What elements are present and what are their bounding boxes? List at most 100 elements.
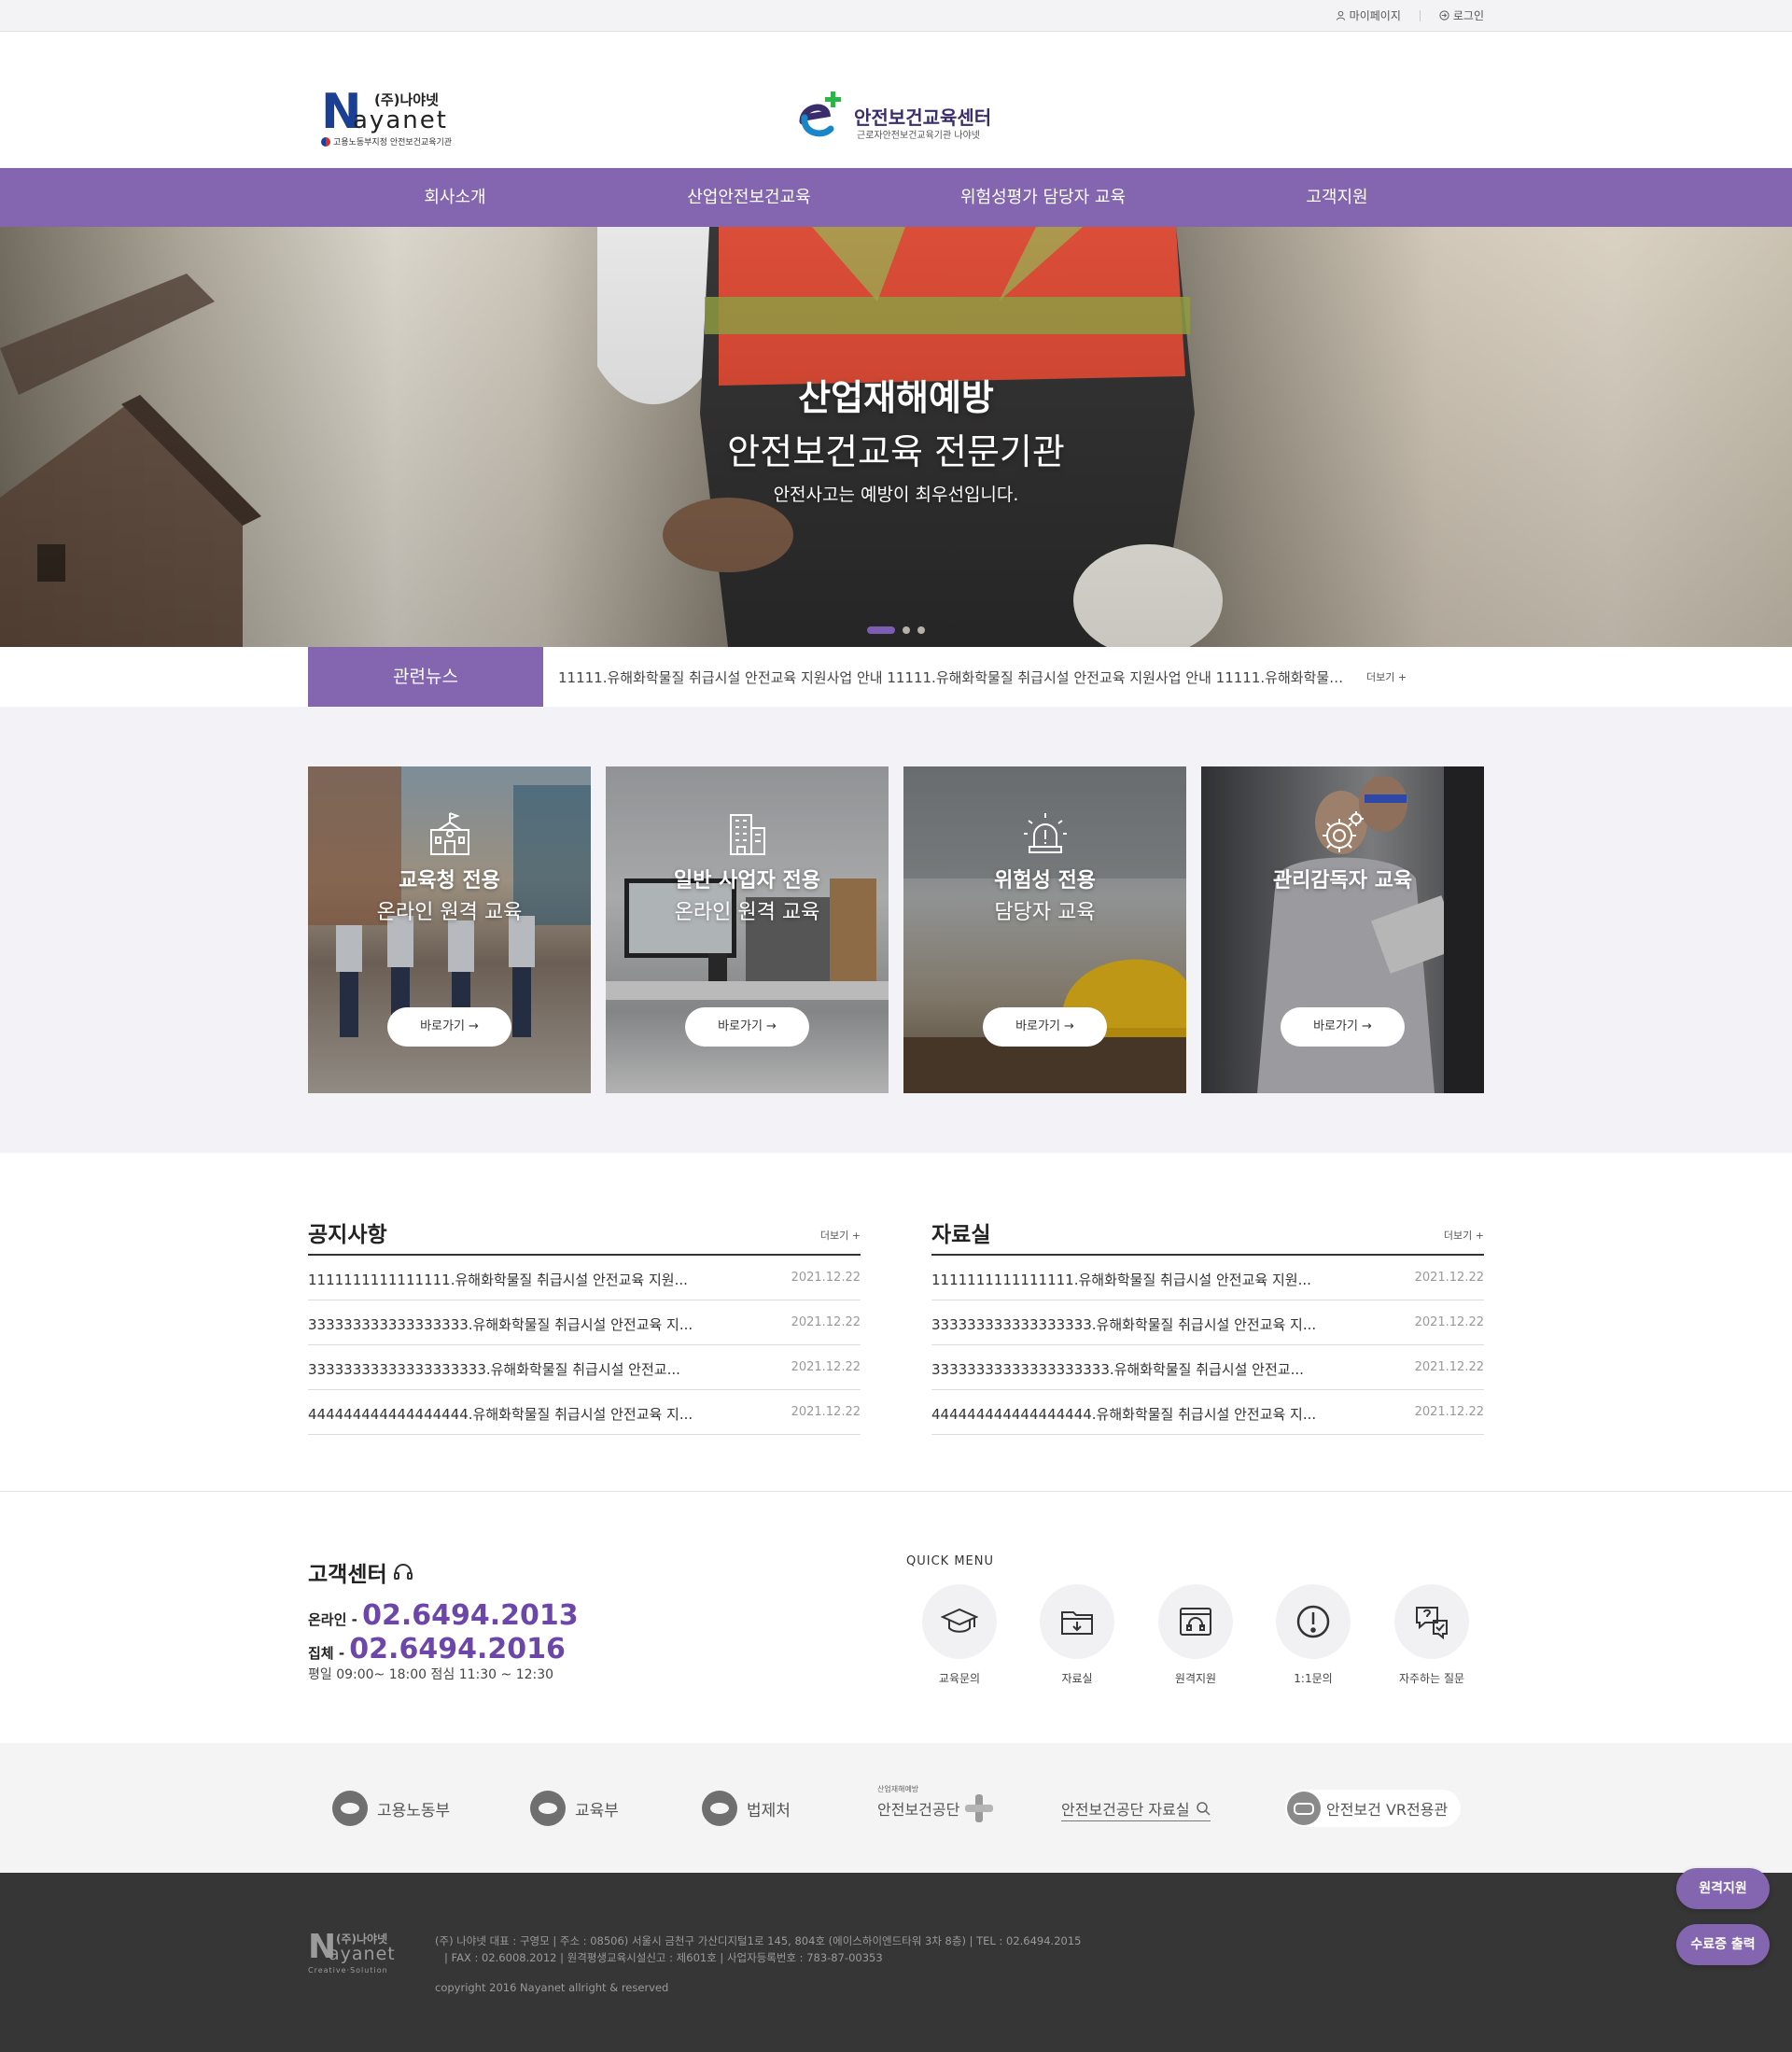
quick-menu-archive[interactable]: 자료실	[1026, 1584, 1128, 1686]
group-phone-label: 집체 -	[308, 1645, 345, 1662]
slide-dot-1[interactable]	[867, 626, 895, 634]
quick-menu-circle	[1158, 1584, 1233, 1659]
list-item-date: 2021.12.22	[791, 1271, 861, 1285]
news-ticker[interactable]: 11111.유해화학물질 취급시설 안전교육 지원사업 안내 11111.유해화…	[558, 668, 1347, 687]
group-phone-number[interactable]: 02.6494.2016	[349, 1633, 566, 1665]
list-item-date: 2021.12.22	[1414, 1360, 1484, 1374]
list-item[interactable]: 444444444444444444.유해화학물질 취급시설 안전교육 지...…	[931, 1390, 1484, 1435]
card-go-button[interactable]: 바로가기 →	[685, 1007, 809, 1047]
card-subtitle: 온라인 원격 교육	[376, 901, 523, 924]
partner-moe[interactable]: 교육부	[530, 1790, 619, 1827]
partner-name-row: 안전보건공단	[877, 1794, 994, 1822]
list-item-date: 2021.12.22	[1414, 1405, 1484, 1419]
login-link[interactable]: 로그인	[1439, 7, 1484, 23]
card-title: 교육청 전용	[399, 869, 500, 892]
partner-kosha-archive[interactable]: 안전보건공단 자료실	[1061, 1795, 1211, 1821]
partner-moel[interactable]: 고용노동부	[332, 1790, 450, 1827]
partner-kosha[interactable]: 산업재해예방 안전보건공단	[877, 1784, 994, 1822]
online-phone-number[interactable]: 02.6494.2013	[362, 1599, 579, 1632]
notice-header: 공지사항 더보기 +	[308, 1216, 861, 1256]
card-go-button[interactable]: 바로가기 →	[387, 1007, 511, 1047]
online-phone-label: 온라인 -	[308, 1611, 357, 1628]
card-go-button[interactable]: 바로가기 →	[1281, 1007, 1405, 1047]
partner-links: 고용노동부 교육부 법제처 산업재해예방 안전보건공단 안전보건공단 자료실 안…	[0, 1743, 1792, 1873]
safety-center-logo[interactable]: 안전보건교육센터 근로자안전보건교육기관 나야넷	[793, 90, 1008, 146]
quick-menu-title: QUICK MENU	[906, 1554, 994, 1568]
footer-logo: N (주)나야넷 ayanet Creative·Solution	[308, 1931, 411, 1975]
nav-customer-support[interactable]: 고객지원	[1190, 168, 1484, 227]
logo-wordmark: ayanet	[353, 106, 448, 134]
list-item-date: 2021.12.22	[1414, 1271, 1484, 1285]
list-item[interactable]: 1111111111111111.유해화학물질 취급시설 안전교육 지원... 2…	[931, 1256, 1484, 1300]
partner-name: 교육부	[575, 1801, 619, 1820]
government-emblem-icon	[332, 1791, 368, 1826]
card-subtitle: 온라인 원격 교육	[674, 901, 820, 924]
quick-menu-inquiry[interactable]: 교육문의	[908, 1584, 1011, 1686]
center-title: 안전보건교육센터	[854, 106, 992, 129]
list-item[interactable]: 444444444444444444.유해화학물질 취급시설 안전교육 지...…	[308, 1390, 861, 1435]
logo-subtitle: 고용노동부지정 안전보건교육기관	[321, 135, 452, 148]
nayanet-logo[interactable]: N (주)나야넷 ayanet 고용노동부지정 안전보건교육기관	[321, 88, 452, 148]
hero-headline: 산업재해예방	[798, 377, 994, 418]
card-general-business[interactable]: 일반 사업자 전용 온라인 원격 교육 바로가기 →	[606, 766, 889, 1093]
archive-more-link[interactable]: 더보기 +	[1444, 1228, 1484, 1243]
card-title: 위험성 전용	[994, 869, 1096, 892]
partner-small-label: 산업재해예방	[877, 1785, 919, 1793]
card-go-button[interactable]: 바로가기 →	[983, 1007, 1107, 1047]
remote-support-button[interactable]: 원격지원	[1676, 1868, 1770, 1909]
hero-tagline: 안전사고는 예방이 최우선입니다.	[773, 485, 1019, 505]
partner-name: 안전보건공단	[877, 1801, 960, 1819]
quick-menu-label: 자주하는 질문	[1398, 1672, 1465, 1685]
utility-links: 마이페이지 로그인	[1336, 7, 1484, 23]
business-hours: 평일 09:00~ 18:00 점심 11:30 ~ 12:30	[308, 1667, 554, 1682]
certificate-print-button[interactable]: 수료증 출력	[1676, 1924, 1770, 1965]
list-item[interactable]: 33333333333333333333.유해화학물질 취급시설 안전교... 2…	[931, 1345, 1484, 1390]
partner-moleg[interactable]: 법제처	[702, 1790, 791, 1827]
list-item-title: 33333333333333333333.유해화학물질 취급시설 안전교...	[308, 1361, 680, 1378]
login-icon	[1439, 10, 1449, 21]
e-plus-logo-icon	[799, 91, 841, 137]
siren-icon	[1024, 813, 1067, 853]
partner-vr-hall[interactable]: 안전보건 VR전용관	[1285, 1790, 1462, 1827]
government-seal-icon	[321, 136, 330, 147]
building-icon	[730, 814, 765, 855]
quick-menu-one-on-one[interactable]: 1:1문의	[1262, 1584, 1365, 1686]
archive-header: 자료실 더보기 +	[931, 1216, 1484, 1256]
mypage-link[interactable]: 마이페이지	[1336, 7, 1401, 23]
news-strip: 관련뉴스 11111.유해화학물질 취급시설 안전교육 지원사업 안내 1111…	[0, 647, 1792, 707]
list-item[interactable]: 333333333333333333.유해화학물질 취급시설 안전교육 지...…	[931, 1300, 1484, 1345]
list-item-title: 1111111111111111.유해화학물질 취급시설 안전교육 지원...	[931, 1272, 1311, 1288]
copyright: copyright 2016 Nayanet allright & reserv…	[435, 1981, 669, 1994]
list-item[interactable]: 33333333333333333333.유해화학물질 취급시설 안전교... 2…	[308, 1345, 861, 1390]
quick-menu-circle	[1276, 1584, 1351, 1659]
quick-menu-faq[interactable]: 자주하는 질문	[1380, 1584, 1483, 1686]
folder-download-icon	[1061, 1611, 1093, 1635]
partner-name: 고용노동부	[377, 1801, 451, 1820]
list-item-title: 333333333333333333.유해화학물질 취급시설 안전교육 지...	[931, 1316, 1317, 1333]
list-item[interactable]: 1111111111111111.유해화학물질 취급시설 안전교육 지원... 2…	[308, 1256, 861, 1300]
quick-menu-remote[interactable]: 원격지원	[1144, 1584, 1247, 1686]
card-supervisor[interactable]: 관리감독자 교육 바로가기 →	[1201, 766, 1484, 1093]
nav-industrial-safety-education[interactable]: 산업안전보건교육	[602, 168, 896, 227]
slide-dot-3[interactable]	[917, 626, 925, 634]
vr-headset-icon	[1287, 1792, 1321, 1825]
school-icon	[430, 812, 469, 855]
slide-dot-2[interactable]	[903, 626, 910, 634]
center-subtitle: 근로자안전보건교육기관 나야넷	[857, 131, 980, 141]
card-education-office[interactable]: 교육청 전용 온라인 원격 교육 바로가기 →	[308, 766, 591, 1093]
list-item-date: 2021.12.22	[1414, 1315, 1484, 1329]
logo-subtitle-text: 고용노동부지정 안전보건교육기관	[333, 138, 453, 148]
education-cards-section: 교육청 전용 온라인 원격 교육 바로가기 → 일반 사업자 전용 온라인 원격…	[0, 707, 1792, 1153]
quick-menu-label: 교육문의	[938, 1672, 981, 1685]
person-icon	[1336, 10, 1345, 21]
list-item-title: 1111111111111111.유해화학물질 취급시설 안전교육 지원...	[308, 1272, 688, 1288]
news-more-link[interactable]: 더보기 +	[1366, 669, 1407, 684]
customer-center-title: 고객센터	[308, 1556, 413, 1588]
nav-company[interactable]: 회사소개	[308, 168, 602, 227]
card-risk-assessment[interactable]: 위험성 전용 담당자 교육 바로가기 →	[903, 766, 1186, 1093]
notice-more-link[interactable]: 더보기 +	[820, 1228, 861, 1243]
card-title: 일반 사업자 전용	[674, 869, 820, 892]
quick-menu-circle	[922, 1584, 997, 1659]
nav-risk-assessment-education[interactable]: 위험성평가 담당자 교육	[896, 168, 1190, 227]
list-item[interactable]: 333333333333333333.유해화학물질 취급시설 안전교육 지...…	[308, 1300, 861, 1345]
